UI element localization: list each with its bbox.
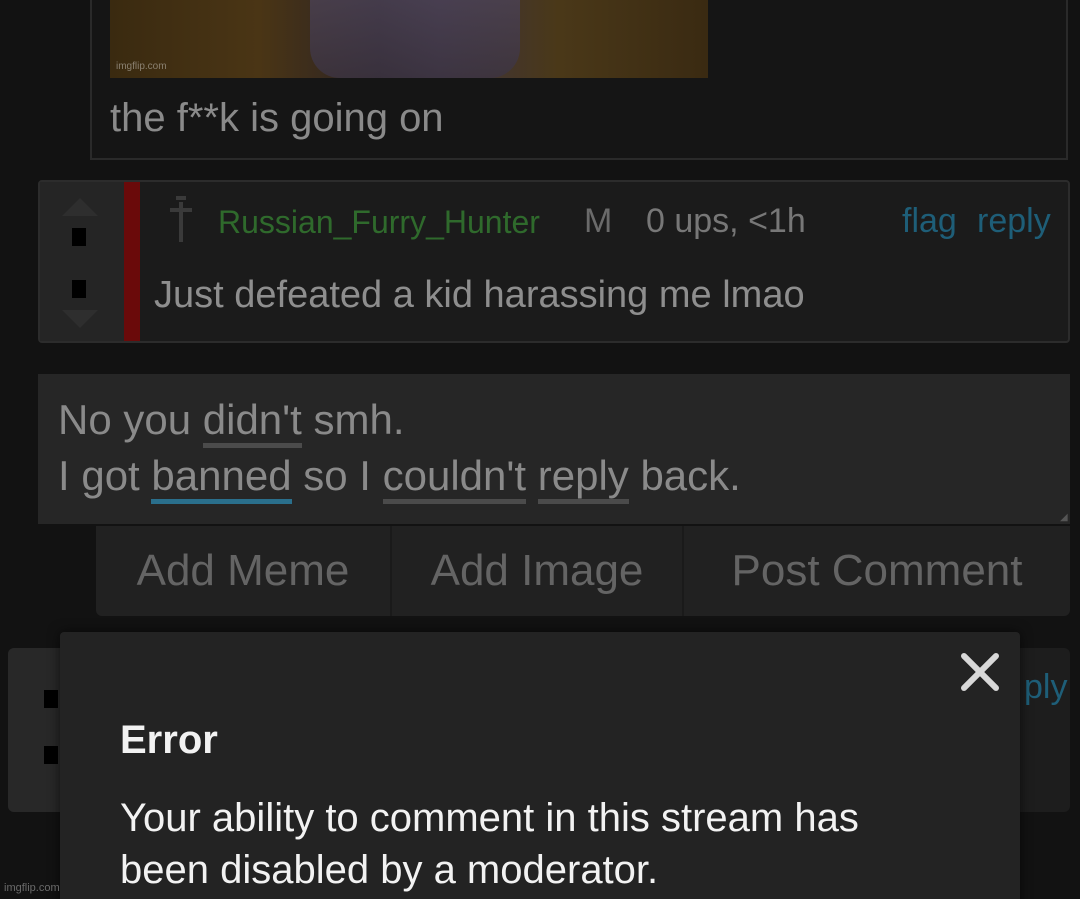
watermark: imgflip.com [4,882,60,894]
downvote-button[interactable] [72,280,86,298]
comment-username[interactable]: Russian_Furry_Hunter [218,204,540,241]
parent-comment: imgflip.com the f**k is going on [90,0,1068,160]
post-comment-button[interactable]: Post Comment [684,526,1070,616]
comment: Russian_Furry_Hunter M 0 ups, <1h flag r… [38,180,1070,343]
screen: imgflip.com the f**k is going on Russian… [0,0,1080,899]
close-icon[interactable] [958,650,1002,694]
rank-icon [170,196,192,242]
downvote-button[interactable] [44,746,58,764]
flag-link[interactable]: flag [902,202,957,241]
modal-message: Your ability to comment in this stream h… [120,796,859,892]
reply-line-2: I got banned so I couldn't reply back. [58,448,1050,504]
reply-text: No you [58,396,203,443]
spellcheck-word: banned [151,452,292,504]
upvote-button[interactable] [44,690,58,708]
comment-gender: M [584,202,613,240]
add-image-button[interactable]: Add Image [392,526,684,616]
parent-comment-text: the f**k is going on [110,96,444,140]
meme-image[interactable]: imgflip.com [110,0,708,78]
comment-action-bar: Add Meme Add Image Post Comment [96,526,1070,616]
vote-column [40,182,124,341]
comment-meta: 0 ups, <1h [646,202,806,240]
add-meme-button[interactable]: Add Meme [96,526,392,616]
spellcheck-word: didn't [202,396,302,448]
spellcheck-word: couldn't [382,452,527,504]
upvote-button[interactable] [72,228,86,246]
upvote-arrow-icon[interactable] [62,198,98,216]
spellcheck-word: reply [537,452,629,504]
comment-body: Just defeated a kid harassing me lmao [154,274,805,316]
meme-figure [310,0,520,78]
downvote-arrow-icon[interactable] [62,310,98,328]
modal-title: Error [120,718,218,762]
reply-textarea[interactable]: No you didn't smh. I got banned so I cou… [38,374,1070,524]
reply-link[interactable]: reply [977,202,1051,241]
reply-text: back. [628,452,741,499]
meme-watermark: imgflip.com [116,61,167,72]
reply-text: smh. [301,396,405,443]
reply-line-1: No you didn't smh. [58,392,1050,448]
reply-link[interactable]: ply [1024,668,1067,707]
reply-text: so I [291,452,383,499]
reply-text [526,452,538,499]
reply-text: I got [58,452,152,499]
rank-bar [124,182,140,341]
error-modal: Error Your ability to comment in this st… [60,632,1020,899]
resize-handle-icon[interactable]: ◢ [1060,512,1068,523]
